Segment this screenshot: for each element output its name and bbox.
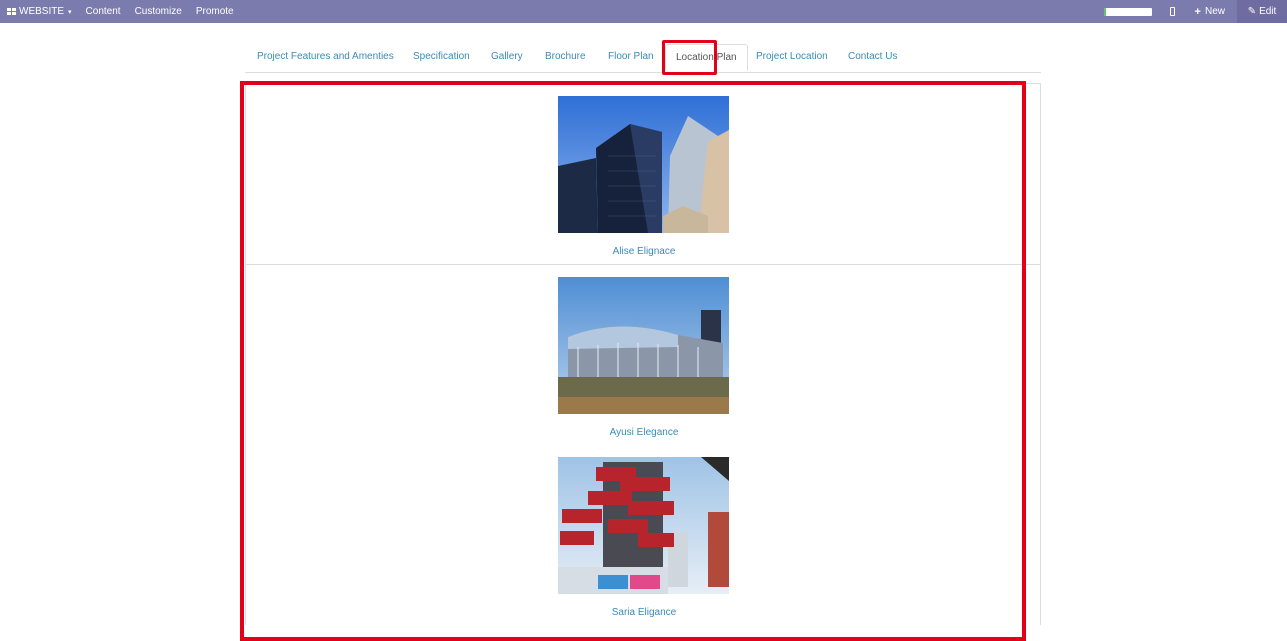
content-highlight — [240, 81, 1026, 641]
tab-floor-plan[interactable]: Floor Plan — [608, 44, 654, 71]
tab-project-features[interactable]: Project Features and Amenties — [257, 44, 394, 71]
menu-promote[interactable]: Promote — [196, 6, 234, 17]
edit-button-label: Edit — [1259, 6, 1277, 17]
edit-button[interactable]: ✎ Edit — [1237, 0, 1287, 23]
pencil-icon: ✎ — [1247, 6, 1257, 17]
plus-icon: + — [1194, 5, 1201, 18]
website-menu-label: WEBSITE — [19, 6, 65, 17]
project-tabs: Project Features and Amenties Specificat… — [245, 44, 1041, 73]
tab-gallery[interactable]: Gallery — [491, 44, 523, 71]
progress-bar — [1103, 7, 1152, 16]
mobile-preview-icon[interactable] — [1169, 7, 1175, 16]
website-admin-bar: WEBSITE ▾ Content Customize Promote + Ne… — [0, 0, 1287, 23]
new-button[interactable]: + New — [1195, 6, 1225, 18]
menu-customize[interactable]: Customize — [135, 6, 182, 17]
tab-brochure[interactable]: Brochure — [545, 44, 586, 71]
new-button-label: New — [1204, 6, 1225, 17]
tab-project-location[interactable]: Project Location — [756, 44, 828, 71]
tab-specification[interactable]: Specification — [413, 44, 470, 71]
apps-grid-icon — [7, 8, 16, 15]
tab-contact-us[interactable]: Contact Us — [848, 44, 897, 71]
active-tab-highlight — [662, 40, 717, 75]
website-menu[interactable]: WEBSITE ▾ — [7, 6, 72, 17]
caret-down-icon: ▾ — [68, 8, 72, 16]
menu-content[interactable]: Content — [86, 6, 121, 17]
progress-fill — [1103, 7, 1106, 16]
